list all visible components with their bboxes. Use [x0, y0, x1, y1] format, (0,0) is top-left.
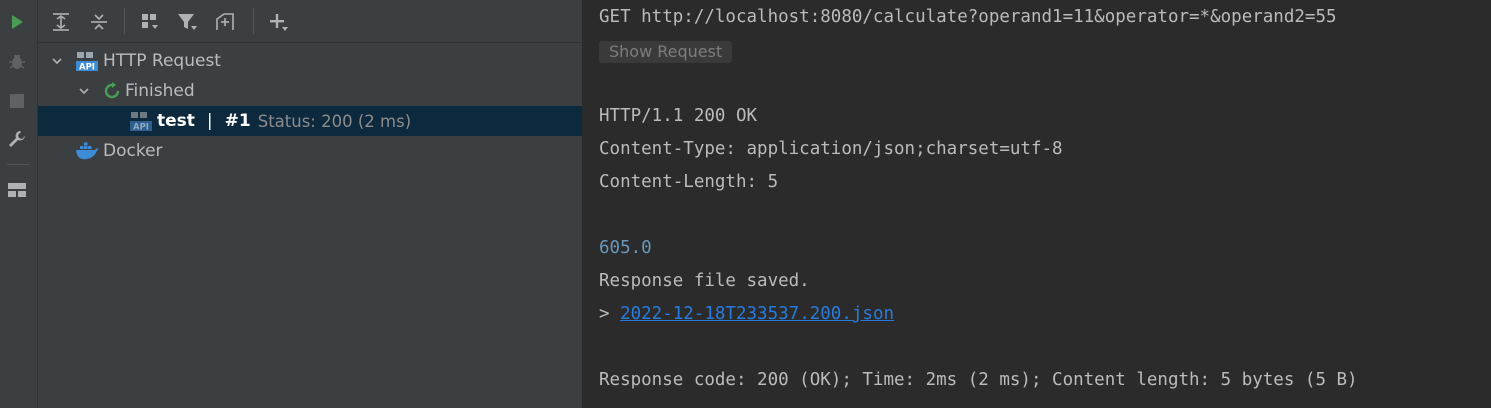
run-icon[interactable] [6, 11, 28, 33]
group-icon[interactable] [138, 10, 162, 34]
rerun-icon [102, 81, 122, 101]
services-toolbar [38, 0, 582, 43]
response-file-link[interactable]: 2022-12-18T233537.200.json [620, 304, 894, 324]
stop-icon[interactable] [6, 90, 28, 112]
collapse-all-icon[interactable] [87, 10, 111, 34]
debug-icon[interactable] [6, 51, 28, 73]
services-panel: API HTTP Request Finished API test | #1 … [38, 0, 583, 408]
test-name: test [157, 111, 195, 131]
tree-label: Docker [103, 141, 163, 161]
toolbar-divider [124, 8, 125, 34]
response-body: 605.0 [599, 238, 652, 258]
tree-label: HTTP Request [103, 51, 221, 71]
layout-icon[interactable] [6, 179, 28, 201]
chevron-down-icon[interactable] [49, 53, 65, 69]
test-status: Status: 200 (2 ms) [257, 111, 412, 131]
show-request-button[interactable]: Show Request [599, 41, 733, 63]
api-icon: API [75, 49, 99, 73]
tree-label: Finished [125, 81, 195, 101]
add-icon[interactable] [266, 10, 290, 34]
content-type-header: Content-Type: application/json;charset=u… [599, 139, 1063, 159]
saved-message: Response file saved. [599, 271, 810, 291]
status-line: HTTP/1.1 200 OK [599, 106, 758, 126]
tree-node-test[interactable]: API test | #1 Status: 200 (2 ms) [38, 106, 582, 136]
strip-divider [7, 164, 29, 165]
test-run-number: #1 [224, 111, 251, 131]
content-length-header: Content-Length: 5 [599, 172, 779, 192]
response-console: GET http://localhost:8080/calculate?oper… [583, 0, 1491, 408]
tree-node-finished[interactable]: Finished [38, 76, 582, 106]
svg-text:API: API [133, 123, 149, 133]
saved-file-line: > 2022-12-18T233537.200.json [599, 304, 894, 324]
test-separator: | [206, 111, 213, 131]
tool-window-strip [0, 0, 38, 408]
toolbar-divider [253, 8, 254, 34]
tree-node-http-request[interactable]: API HTTP Request [38, 46, 582, 76]
request-line: GET http://localhost:8080/calculate?oper… [599, 7, 1337, 27]
compose-icon[interactable] [213, 10, 237, 34]
chevron-down-icon[interactable] [76, 83, 92, 99]
svg-text:API: API [79, 63, 95, 73]
file-prefix: > [599, 304, 621, 324]
api-icon: API [129, 109, 153, 133]
wrench-icon[interactable] [6, 128, 28, 150]
filter-icon[interactable] [175, 10, 199, 34]
tree-node-docker[interactable]: Docker [38, 136, 582, 166]
docker-icon [75, 140, 99, 162]
expand-all-icon[interactable] [49, 10, 73, 34]
response-summary: Response code: 200 (OK); Time: 2ms (2 ms… [599, 370, 1358, 390]
